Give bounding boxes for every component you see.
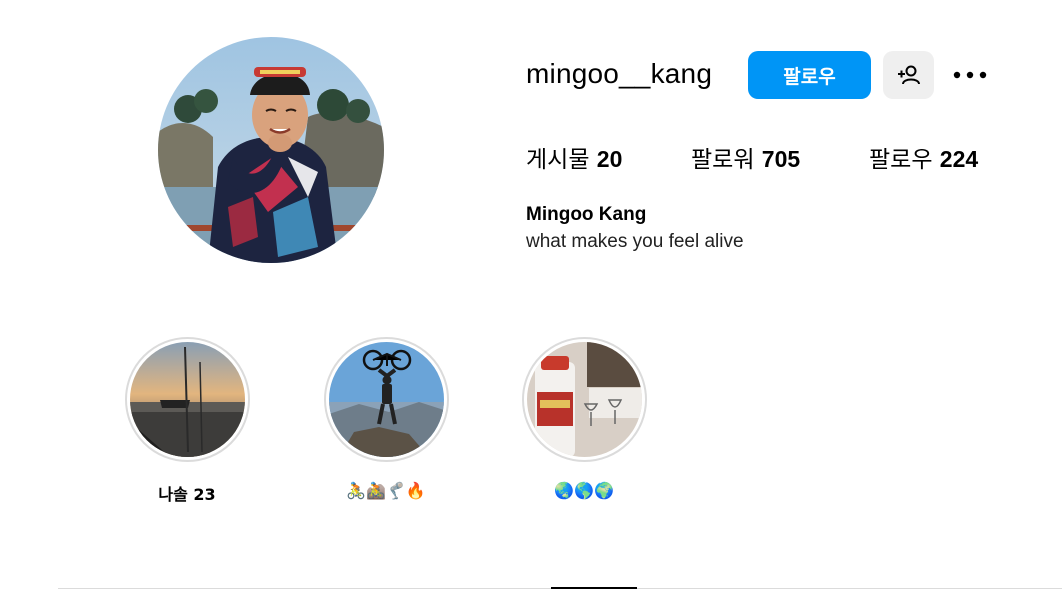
highlight-cover-liquor [526,342,642,457]
profile-page: mingoo__kang 팔로우 게시물 20 팔로워 705 팔로우 224 [0,0,1062,591]
followers-count: 705 [761,146,801,172]
story-highlight[interactable]: 🚴🚵🦿🔥 [311,337,461,500]
followers-stat[interactable]: 팔로워 705 [691,140,800,174]
more-options-button[interactable] [950,58,990,92]
posts-count: 20 [596,146,623,172]
highlight-cover-cyclist [328,342,444,457]
suggested-accounts-button[interactable] [883,51,934,99]
highlight-ring [521,337,647,462]
follow-button[interactable]: 팔로우 [748,51,871,99]
profile-bio: what makes you feel alive [526,231,744,252]
profile-photo [158,37,384,263]
active-tab-indicator [551,587,637,589]
story-highlight[interactable]: 🌏🌎🌍 [509,337,659,500]
following-count: 224 [939,146,979,172]
add-person-icon [897,65,920,85]
more-options-icon [953,71,987,79]
highlight-label: 🚴🚵🦿🔥 [346,481,426,500]
highlight-ring [124,337,250,462]
profile-full-name: Mingoo Kang [526,204,647,225]
followers-label: 팔로워 [691,147,755,173]
profile-username: mingoo__kang [526,58,713,89]
profile-avatar[interactable] [158,37,384,263]
highlight-label: 🌏🌎🌍 [554,481,614,500]
posts-label: 게시물 [526,147,590,173]
highlight-ring [323,337,449,462]
highlight-cover-fishing [129,342,245,457]
posts-stat: 게시물 20 [526,140,622,174]
highlight-label: 나솔 23 [158,485,216,504]
story-highlight[interactable]: 나솔 23 [112,337,262,505]
following-stat[interactable]: 팔로우 224 [869,140,978,174]
following-label: 팔로우 [869,147,933,173]
